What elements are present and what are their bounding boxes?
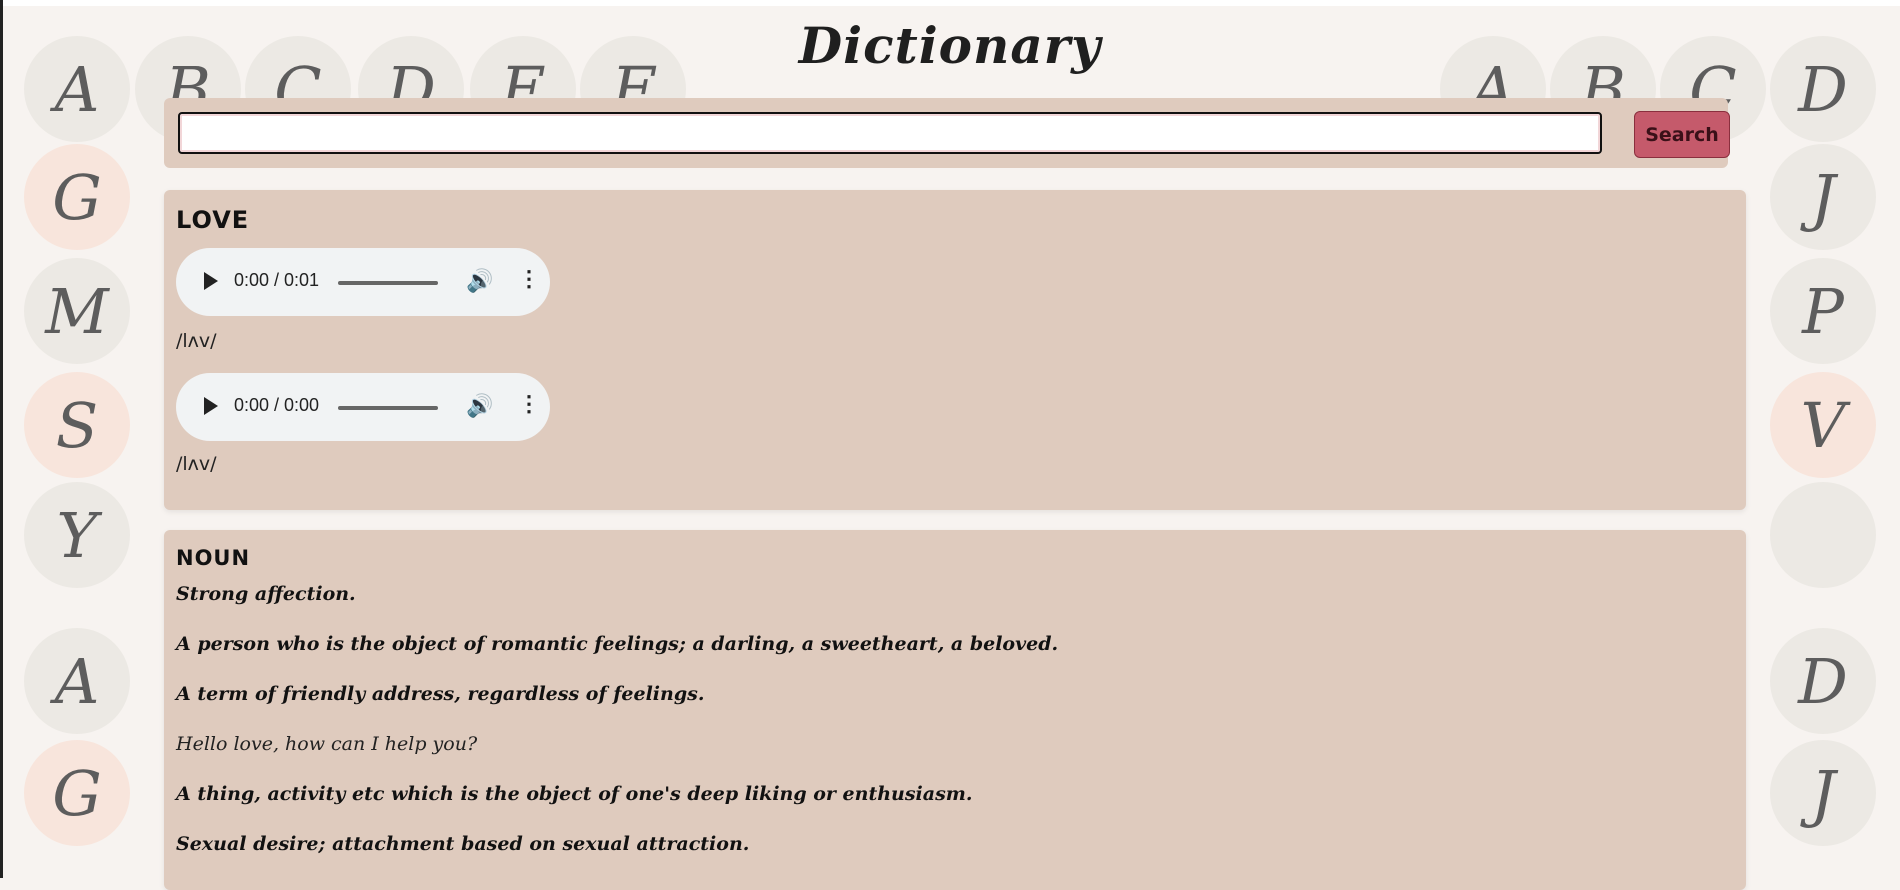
background-tile: J	[1770, 740, 1876, 846]
search-bar: Search	[164, 98, 1730, 168]
play-icon[interactable]	[204, 397, 218, 415]
background-tile: G	[24, 144, 130, 250]
volume-icon[interactable]: 🔊	[466, 393, 493, 419]
volume-icon[interactable]: 🔊	[466, 268, 493, 294]
search-input[interactable]	[178, 112, 1602, 154]
word-heading: LOVE	[176, 206, 250, 234]
audio-player[interactable]: 0:00 / 0:00 🔊 ⋮	[176, 373, 550, 441]
audio-time: 0:00 / 0:00	[234, 395, 320, 415]
background-tile: V	[1770, 372, 1876, 478]
page-title: Dictionary	[798, 16, 1102, 75]
phonetic-text: /lʌv/	[176, 330, 217, 352]
example-sentence: Hello love, how can I help you?	[176, 733, 478, 755]
meaning-card: NOUN Strong affection. A person who is t…	[164, 530, 1746, 890]
background-tile: D	[1770, 628, 1876, 734]
definition: Sexual desire; attachment based on sexua…	[176, 833, 750, 855]
more-options-icon[interactable]: ⋮	[518, 266, 540, 292]
phonetic-text: /lʌv/	[176, 453, 217, 475]
background-tile: P	[1770, 258, 1876, 364]
definition: Strong affection.	[176, 583, 356, 605]
background-tile: S	[24, 372, 130, 478]
search-button[interactable]: Search	[1634, 111, 1730, 158]
play-icon[interactable]	[204, 272, 218, 290]
audio-player[interactable]: 0:00 / 0:01 🔊 ⋮	[176, 248, 550, 316]
background-tile: A	[24, 628, 130, 734]
word-card: LOVE 0:00 / 0:01 🔊 ⋮ /lʌv/ 0:00 / 0:00 🔊…	[164, 190, 1746, 510]
audio-seek-slider[interactable]	[338, 281, 438, 285]
background-tile: Y	[24, 482, 130, 588]
more-options-icon[interactable]: ⋮	[518, 391, 540, 417]
background-tile: J	[1770, 144, 1876, 250]
audio-time: 0:00 / 0:01	[234, 270, 320, 290]
audio-seek-slider[interactable]	[338, 406, 438, 410]
window-edge	[0, 0, 3, 878]
background-tile	[1770, 482, 1876, 588]
browser-bookmarks-strip	[0, 0, 1900, 6]
definition: A person who is the object of romantic f…	[176, 633, 1059, 655]
part-of-speech: NOUN	[176, 546, 251, 570]
definition: A thing, activity etc which is the objec…	[176, 783, 973, 805]
background-tile: G	[24, 740, 130, 846]
definition: A term of friendly address, regardless o…	[176, 683, 705, 705]
background-tile: M	[24, 258, 130, 364]
